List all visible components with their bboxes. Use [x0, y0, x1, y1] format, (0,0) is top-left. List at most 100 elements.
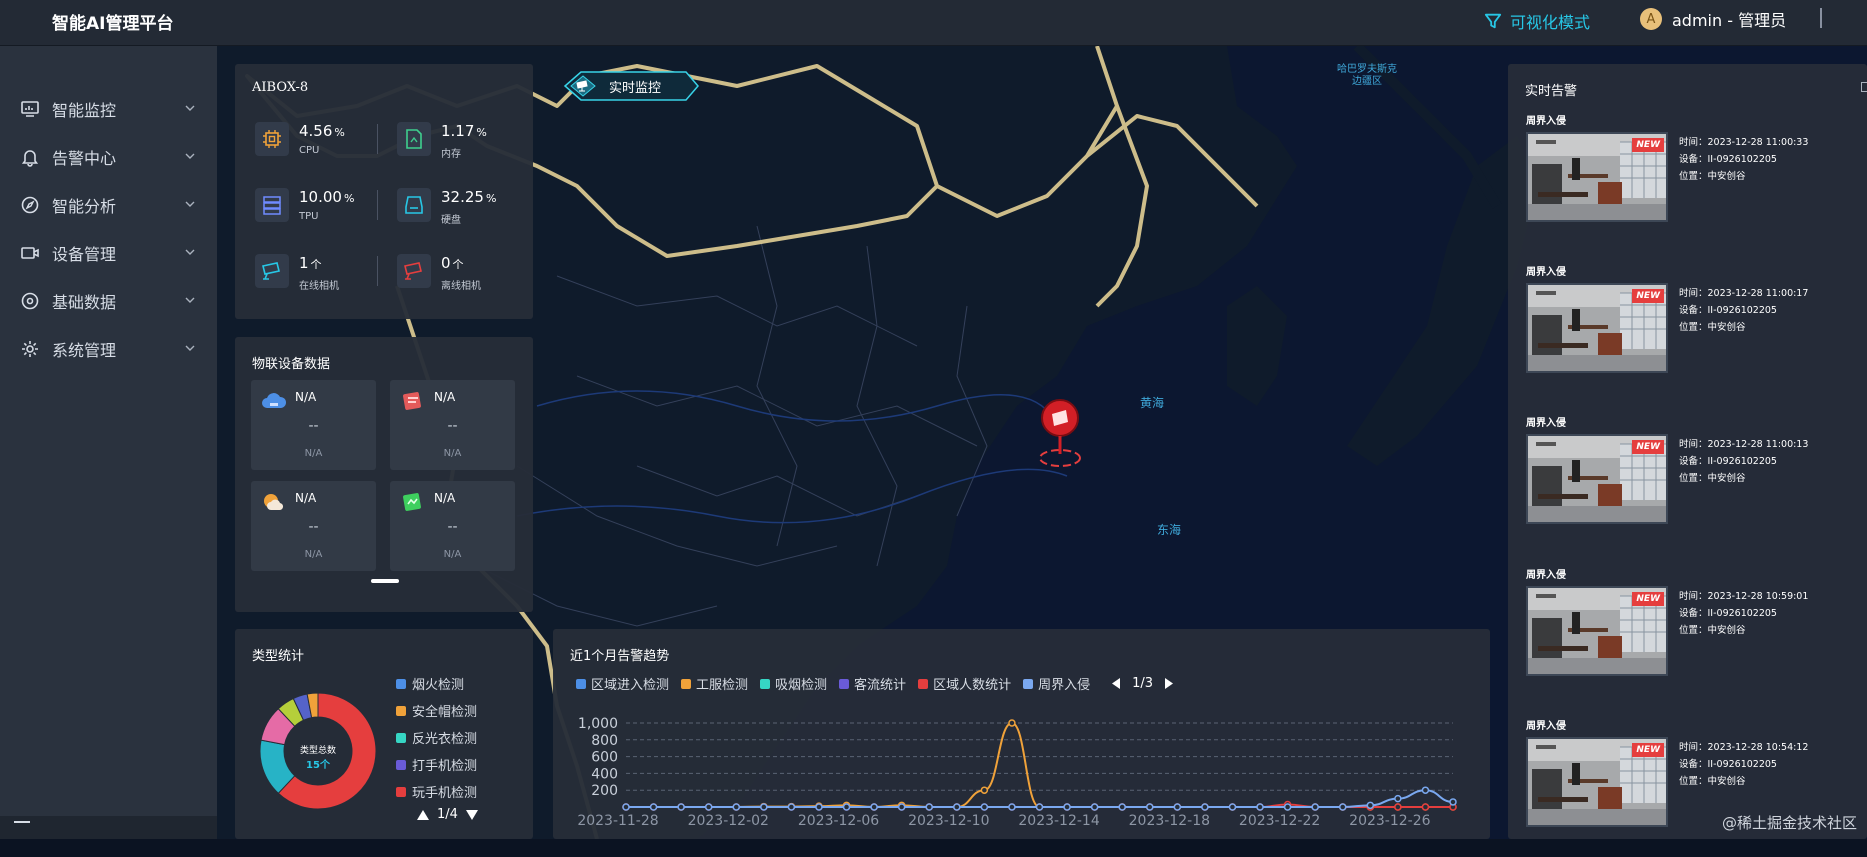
sidebar-item-monitor[interactable]: 智能监控 [0, 89, 217, 129]
y-tick-label: 400 [591, 766, 618, 782]
memory-value: 1.17 [441, 122, 474, 140]
visual-mode-label: 可视化模式 [1510, 9, 1590, 33]
alert-snapshot[interactable]: NEW [1526, 737, 1668, 827]
alert-location: 位置：中安创谷 [1679, 622, 1808, 639]
y-tick-label: 600 [591, 750, 618, 766]
disc-icon [20, 291, 40, 311]
sidebar-item-devices[interactable]: 设备管理 [0, 233, 217, 273]
sensor-icon [400, 491, 426, 513]
y-tick-label: 800 [591, 733, 618, 749]
alert-snapshot[interactable]: NEW [1526, 586, 1668, 676]
series-point [1147, 804, 1153, 810]
online-camera-label: 在线相机 [299, 277, 339, 292]
alert-item[interactable]: 周界入侵NEW时间：2023-12-28 11:00:13设备：II-09261… [1526, 414, 1856, 554]
chip-icon [255, 122, 289, 156]
offline-camera-stat: 0个离线相机 [397, 254, 481, 292]
series-point [1174, 804, 1180, 810]
series-point [761, 804, 767, 810]
series-point [1367, 802, 1373, 808]
series-point [623, 804, 629, 810]
x-tick-label: 2023-12-14 [1018, 813, 1099, 829]
user-menu[interactable]: A admin - 管理员 [1640, 7, 1786, 31]
type-legend-item[interactable]: 安全帽检测 [396, 701, 477, 720]
sidebar-item-label: 智能分析 [52, 193, 116, 217]
alert-location: 位置：中安创谷 [1679, 470, 1808, 487]
alert-item[interactable]: 周界入侵NEW时间：2023-12-28 11:00:17设备：II-09261… [1526, 263, 1856, 403]
map-pin [1040, 400, 1080, 466]
type-stats-panel: 类型统计 类型总数 15个 烟火检测 安全帽检测 反光衣检测 打手机检测 玩手机… [235, 629, 533, 839]
tpu-unit: % [344, 192, 354, 205]
triangle-down-icon[interactable] [466, 810, 478, 820]
type-legend-item[interactable]: 玩手机检测 [396, 782, 477, 801]
series-point [981, 787, 987, 793]
series-point [871, 804, 877, 810]
iot-card[interactable]: N/A -- N/A [251, 380, 376, 470]
iot-card-sub: N/A [251, 549, 376, 560]
legend-label: 烟火检测 [412, 674, 464, 693]
alert-snapshot[interactable]: NEW [1526, 283, 1668, 373]
iot-card-title: N/A [295, 390, 316, 404]
sidebar-item-basic-data[interactable]: 基础数据 [0, 281, 217, 321]
alert-device: 设备：II-0926102205 [1679, 605, 1808, 622]
menu-icon[interactable] [14, 820, 30, 834]
series-point [981, 804, 987, 810]
sidebar-item-label: 基础数据 [52, 289, 116, 313]
tpu-value: 10.00 [299, 188, 342, 206]
legend-swatch [396, 679, 406, 689]
series-point [1009, 804, 1015, 810]
type-stats-title: 类型统计 [252, 645, 304, 664]
visual-mode-toggle[interactable]: 可视化模式 [1484, 9, 1590, 33]
x-tick-label: 2023-12-10 [908, 813, 989, 829]
stat-divider [377, 256, 378, 286]
chevron-down-icon [185, 151, 195, 161]
alert-snapshot[interactable]: NEW [1526, 434, 1668, 524]
online-camera-unit: 个 [311, 258, 322, 271]
alert-item[interactable]: 周界入侵NEW时间：2023-12-28 10:59:01设备：II-09261… [1526, 566, 1856, 706]
korea-peninsula [1227, 286, 1287, 406]
type-pager: 1/4 [417, 807, 478, 822]
series-point [926, 804, 932, 810]
legend-swatch [396, 706, 406, 716]
disk-icon [397, 188, 431, 222]
type-legend-item[interactable]: 打手机检测 [396, 755, 477, 774]
alert-panel-title: 实时告警 [1525, 80, 1577, 99]
iot-pager-indicator[interactable] [371, 579, 399, 583]
avatar: A [1640, 8, 1662, 30]
iot-card[interactable]: N/A -- N/A [390, 380, 515, 470]
realtime-monitor-button[interactable]: 实时监控 [561, 70, 701, 102]
sidebar-item-alerts[interactable]: 告警中心 [0, 137, 217, 177]
alert-time: 时间：2023-12-28 10:54:12 [1679, 739, 1808, 756]
sidebar: 智能监控 告警中心 智能分析 设备管理 基础数据 系统管理 [0, 46, 217, 839]
offline-camera-unit: 个 [453, 258, 464, 271]
donut-center-value: 15个 [283, 756, 353, 771]
watermark: @稀土掘金技术社区 [1722, 812, 1857, 833]
sidebar-item-system[interactable]: 系统管理 [0, 329, 217, 369]
series-point [1340, 804, 1346, 810]
offline-camera-value: 0 [441, 254, 451, 272]
iot-card-sub: N/A [251, 448, 376, 459]
series-point [788, 804, 794, 810]
type-legend-item[interactable]: 烟火检测 [396, 674, 464, 693]
bell-icon [20, 147, 40, 167]
camera-online-icon [255, 254, 289, 288]
alert-item[interactable]: 周界入侵NEW时间：2023-12-28 10:54:12设备：II-09261… [1526, 717, 1856, 857]
expand-icon[interactable] [1861, 82, 1867, 92]
series-point [706, 804, 712, 810]
series-point [1229, 804, 1235, 810]
iot-card[interactable]: N/A -- N/A [390, 481, 515, 571]
legend-label: 打手机检测 [412, 755, 477, 774]
user-label: admin - 管理员 [1672, 7, 1786, 31]
alert-snapshot[interactable]: NEW [1526, 132, 1668, 222]
type-legend-item[interactable]: 反光衣检测 [396, 728, 477, 747]
alert-item[interactable]: 周界入侵NEW时间：2023-12-28 11:00:33设备：II-09261… [1526, 112, 1856, 252]
iot-card[interactable]: N/A -- N/A [251, 481, 376, 571]
x-tick-label: 2023-12-06 [798, 813, 879, 829]
online-camera-stat: 1个在线相机 [255, 254, 339, 292]
sidebar-item-analysis[interactable]: 智能分析 [0, 185, 217, 225]
series-point [1285, 804, 1291, 810]
triangle-up-icon[interactable] [417, 810, 429, 820]
sidebar-item-label: 告警中心 [52, 145, 116, 169]
chevron-down-icon [185, 343, 195, 353]
new-badge: NEW [1632, 440, 1664, 454]
chevron-down-icon [185, 247, 195, 257]
